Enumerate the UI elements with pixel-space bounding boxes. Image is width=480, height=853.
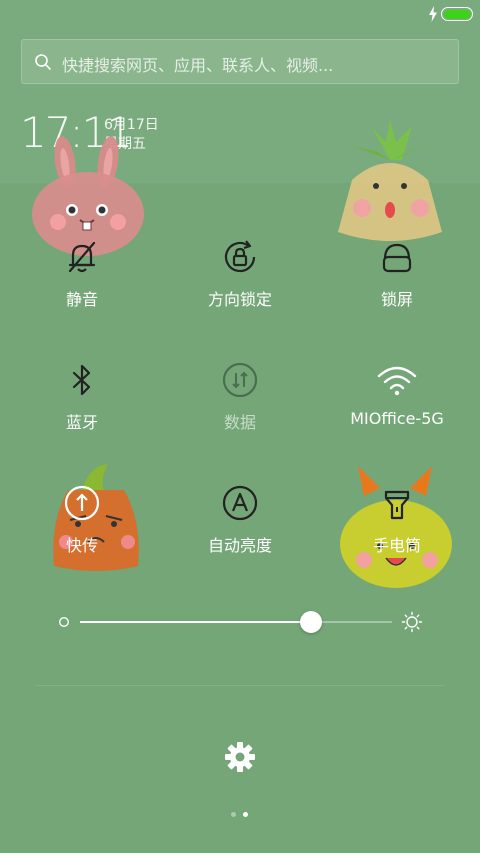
brightness-thumb[interactable]: [300, 611, 322, 633]
status-bar: [0, 0, 480, 28]
toggle-quick-transfer-label: 快传: [65, 536, 98, 555]
pineapple-sticker: [338, 120, 442, 241]
divider: [36, 685, 444, 686]
quick-transfer-icon: [64, 485, 100, 521]
battery-level: [443, 9, 471, 19]
brightness-slider[interactable]: [80, 621, 392, 623]
bell-off-icon: [68, 241, 96, 273]
lightning-icon: [429, 6, 437, 22]
rotation-lock-icon: [224, 240, 256, 273]
gear-icon[interactable]: [223, 740, 257, 774]
toggle-mobile-data-label: 数据: [223, 413, 256, 432]
toggle-quick-transfer[interactable]: 快传: [12, 483, 152, 573]
mobile-data-icon: [222, 362, 258, 398]
toggle-auto-brightness[interactable]: 自动亮度: [170, 483, 310, 573]
toggle-mute[interactable]: 静音: [12, 237, 152, 327]
toggle-bluetooth[interactable]: 蓝牙: [12, 360, 152, 450]
battery-icon: [441, 7, 473, 21]
toggle-wifi[interactable]: MIOffice-5G: [327, 360, 467, 450]
toggle-mobile-data[interactable]: 数据: [170, 360, 310, 450]
toggle-flashlight-label: 手电筒: [372, 536, 421, 555]
page-indicator-dot[interactable]: [231, 812, 236, 817]
brightness-low-icon: [58, 616, 70, 628]
search-placeholder: 快捷搜索网页、应用、联系人、视频...: [62, 56, 334, 75]
toggle-wifi-label: MIOffice-5G: [350, 409, 444, 428]
lock-icon: [382, 243, 412, 273]
page-indicator-dot-active[interactable]: [243, 812, 248, 817]
toggle-flashlight[interactable]: 手电筒: [327, 483, 467, 573]
toggle-bluetooth-label: 蓝牙: [65, 413, 98, 432]
bluetooth-icon: [72, 364, 91, 396]
toggle-auto-brightness-label: 自动亮度: [207, 536, 272, 555]
brightness-fill: [80, 621, 311, 623]
toggle-rotation-lock-label: 方向锁定: [207, 290, 272, 309]
toggle-lock-screen-label: 锁屏: [380, 290, 413, 309]
wifi-icon: [377, 366, 417, 396]
search-bar[interactable]: 快捷搜索网页、应用、联系人、视频...: [21, 39, 459, 84]
toggle-lock-screen[interactable]: 锁屏: [327, 237, 467, 327]
toggle-rotation-lock[interactable]: 方向锁定: [170, 237, 310, 327]
search-icon: [35, 54, 51, 70]
flashlight-icon: [384, 490, 410, 520]
toggle-mute-label: 静音: [65, 290, 98, 309]
auto-brightness-icon: [222, 485, 258, 521]
sun-icon: [401, 611, 423, 633]
